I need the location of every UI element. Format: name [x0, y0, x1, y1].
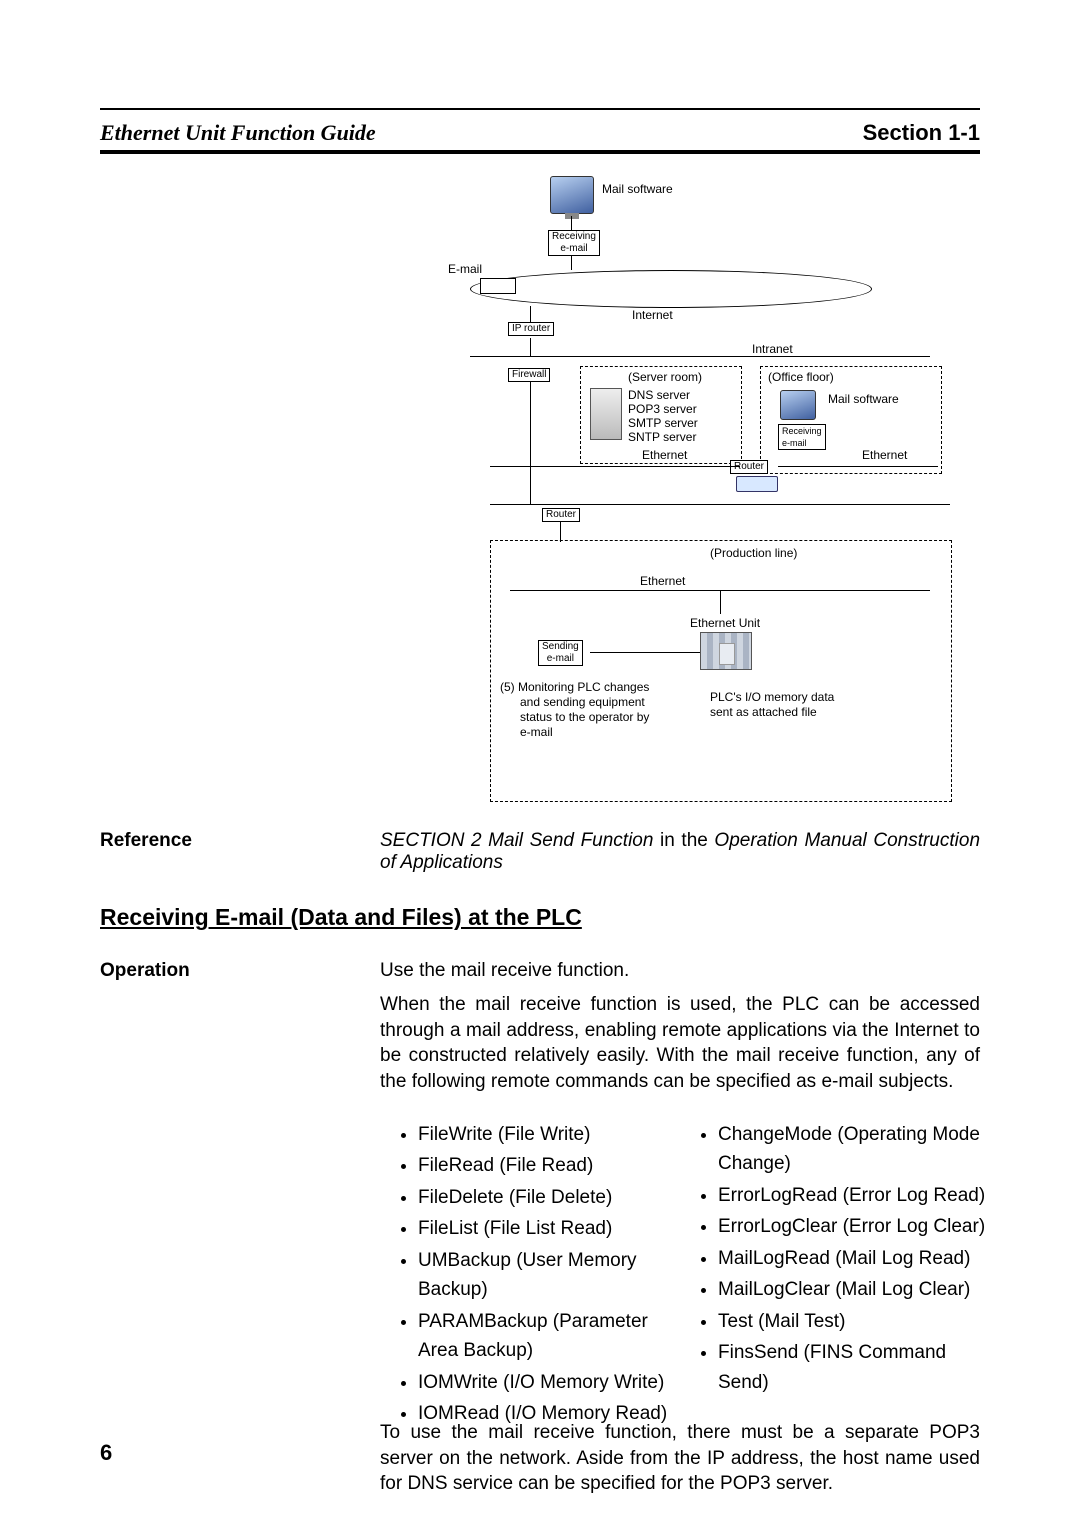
plc-icon [700, 632, 752, 670]
label-router-2: Router [542, 508, 580, 522]
list-item: FileWrite (File Write) [418, 1120, 678, 1149]
list-item: IOMWrite (I/O Memory Write) [418, 1368, 678, 1397]
label-ethernet-unit: Ethernet Unit [690, 616, 760, 630]
label-server-room: (Server room) [628, 370, 702, 384]
label-plc-io: PLC's I/O memory data sent as attached f… [710, 690, 834, 720]
list-item: UMBackup (User Memory Backup) [418, 1246, 678, 1305]
label-receiving-email-2: Receiving e-mail [778, 424, 826, 450]
subheading-receiving-email: Receiving E-mail (Data and Files) at the… [100, 904, 582, 931]
label-receiving-email: Receiving e-mail [548, 230, 600, 256]
label-pop3: POP3 server [628, 402, 697, 416]
reference-label: Reference [100, 830, 192, 852]
label-sntp: SNTP server [628, 430, 696, 444]
running-head-right: Section 1-1 [863, 120, 980, 146]
pc-small-icon [480, 278, 516, 294]
operation-line: Use the mail receive function. [380, 960, 629, 982]
label-office-floor: (Office floor) [768, 370, 834, 384]
line [490, 466, 740, 467]
rule-bottom [100, 150, 980, 154]
line [571, 216, 572, 230]
commands-left-list: FileWrite (File Write) FileRead (File Re… [400, 1120, 678, 1430]
label-dns: DNS server [628, 388, 690, 402]
label-ethernet-1: Ethernet [642, 448, 687, 462]
list-item: MailLogRead (Mail Log Read) [718, 1244, 998, 1273]
label-note5: (5) Monitoring PLC changes and sending e… [500, 680, 649, 740]
switch-icon [736, 476, 778, 492]
line [590, 652, 700, 653]
reference-italic-lead: SECTION 2 Mail Send Function [380, 830, 653, 851]
monitor-icon [550, 176, 594, 214]
list-item: ErrorLogRead (Error Log Read) [718, 1181, 998, 1210]
operation-paragraph: When the mail receive function is used, … [380, 992, 980, 1095]
line [778, 466, 938, 467]
list-item: MailLogClear (Mail Log Clear) [718, 1275, 998, 1304]
server-icon [590, 388, 622, 440]
line [530, 338, 531, 356]
list-item: Test (Mail Test) [718, 1307, 998, 1336]
page-number: 6 [100, 1440, 112, 1466]
label-sending-email: Sending e-mail [538, 640, 583, 666]
commands-right-list: ChangeMode (Operating Mode Change) Error… [700, 1120, 998, 1399]
reference-text: SECTION 2 Mail Send Function in the Oper… [380, 830, 980, 874]
production-line-box [490, 540, 952, 802]
list-item: FileDelete (File Delete) [418, 1183, 678, 1212]
label-ip-router: IP router [508, 322, 554, 336]
line [720, 590, 721, 614]
label-ethernet-3: Ethernet [640, 574, 685, 588]
line [571, 256, 572, 270]
label-mail-software: Mail software [602, 182, 673, 196]
line [470, 356, 930, 357]
rule-top [100, 108, 980, 110]
line [530, 382, 531, 504]
label-email: E-mail [448, 262, 482, 276]
list-item: PARAMBackup (Parameter Area Backup) [418, 1307, 678, 1366]
label-ethernet-2: Ethernet [862, 448, 907, 462]
label-intranet: Intranet [752, 342, 793, 356]
tail-paragraph: To use the mail receive function, there … [380, 1420, 980, 1497]
label-router-1: Router [730, 460, 768, 474]
list-item: FinsSend (FINS Command Send) [718, 1338, 998, 1397]
reference-mid: in the [653, 830, 714, 851]
running-head-left: Ethernet Unit Function Guide [100, 120, 376, 146]
line [530, 306, 531, 322]
label-internet: Internet [632, 308, 673, 322]
label-production-line: (Production line) [710, 546, 797, 560]
operation-label: Operation [100, 960, 190, 982]
label-firewall: Firewall [508, 368, 550, 382]
list-item: ChangeMode (Operating Mode Change) [718, 1120, 998, 1179]
label-mail-software-2: Mail software [828, 392, 899, 406]
list-item: FileRead (File Read) [418, 1151, 678, 1180]
line [560, 522, 561, 542]
internet-ellipse [470, 270, 872, 308]
label-smtp: SMTP server [628, 416, 698, 430]
monitor-icon-2 [780, 390, 816, 420]
list-item: ErrorLogClear (Error Log Clear) [718, 1212, 998, 1241]
line [490, 504, 950, 505]
network-diagram: Mail software Receiving e-mail E-mail In… [430, 170, 980, 810]
list-item: FileList (File List Read) [418, 1214, 678, 1243]
